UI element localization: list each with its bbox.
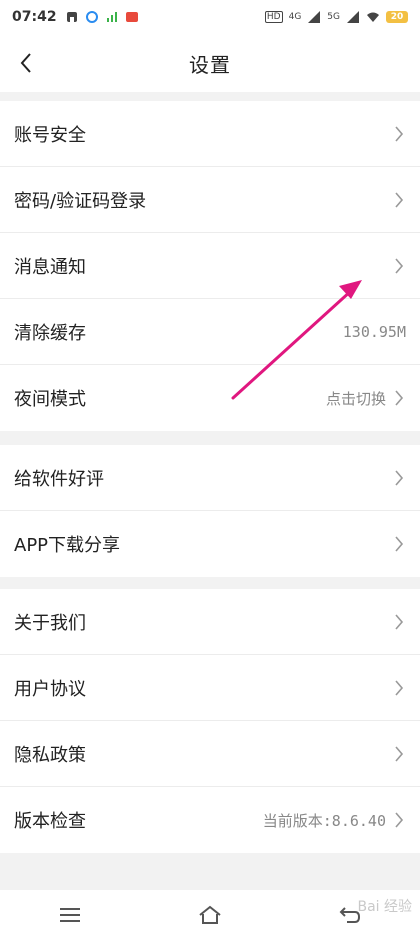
signal-icon-2 (347, 11, 359, 23)
menu-button[interactable] (50, 895, 90, 935)
back-button[interactable] (10, 47, 42, 79)
settings-item-label: 给软件好评 (14, 468, 104, 490)
settings-item-label: APP下载分享 (14, 535, 121, 556)
app-badge-icon (125, 12, 138, 22)
settings-item-clear-cache[interactable]: 清除缓存 130.95M (0, 299, 420, 365)
chevron-right-icon (392, 388, 406, 408)
settings-group-account: 账号安全 密码/验证码登录 消息通知 清除缓存 130.95M 夜间模式 点击切… (0, 101, 420, 431)
header-bar: 设置 (0, 34, 420, 92)
settings-item-label: 清除缓存 (14, 322, 86, 344)
settings-item-label: 用户协议 (14, 678, 86, 700)
settings-item-account-security[interactable]: 账号安全 (0, 101, 420, 167)
chevron-right-icon (392, 256, 406, 276)
settings-item-label: 夜间模式 (14, 389, 86, 410)
settings-group-about: 关于我们 用户协议 隐私政策 版本检查 当前版本:8.6.40 (0, 589, 420, 853)
settings-item-label: 隐私政策 (14, 744, 86, 766)
chevron-right-icon (392, 190, 406, 210)
settings-item-label: 账号安全 (14, 124, 86, 146)
chevron-right-icon (392, 124, 406, 144)
menu-icon (60, 908, 80, 922)
settings-item-notifications[interactable]: 消息通知 (0, 233, 420, 299)
settings-item-label: 消息通知 (14, 256, 86, 278)
chart-notification-icon (106, 12, 117, 22)
chevron-left-icon (20, 53, 31, 73)
settings-item-rate-app[interactable]: 给软件好评 (0, 445, 420, 511)
version-value: 当前版本:8.6.40 (262, 811, 386, 830)
settings-item-about-us[interactable]: 关于我们 (0, 589, 420, 655)
chevron-right-icon (392, 744, 406, 764)
status-system-icons: HD 4G 5G 20 (264, 10, 408, 24)
status-bar: 07:42 HD 4G 5G 20 (0, 0, 420, 34)
chevron-right-icon (392, 468, 406, 488)
home-icon (199, 905, 221, 924)
status-notification-icons (65, 10, 139, 24)
settings-group-share: 给软件好评 APP下载分享 (0, 445, 420, 577)
settings-item-label: 关于我们 (14, 612, 86, 634)
network-5g-indicator: 5G (327, 12, 340, 22)
app-notification-icon (66, 12, 77, 22)
settings-item-user-agreement[interactable]: 用户协议 (0, 655, 420, 721)
settings-item-label: 密码/验证码登录 (14, 190, 147, 212)
status-time: 07:42 (12, 9, 57, 25)
home-button[interactable] (190, 895, 230, 935)
hd-indicator: HD (264, 11, 283, 23)
network-4g-indicator: 4G (288, 12, 302, 22)
settings-item-share-app[interactable]: APP下载分享 (0, 511, 420, 577)
chevron-right-icon (392, 810, 406, 830)
settings-item-password-login[interactable]: 密码/验证码登录 (0, 167, 420, 233)
settings-item-privacy-policy[interactable]: 隐私政策 (0, 721, 420, 787)
wifi-icon (367, 12, 379, 22)
settings-item-version-check[interactable]: 版本检查 当前版本:8.6.40 (0, 787, 420, 853)
battery-icon: 20 (386, 11, 408, 23)
chevron-right-icon (392, 612, 406, 632)
settings-item-label: 版本检查 (14, 811, 86, 832)
signal-icon (308, 11, 321, 23)
night-mode-value: 点击切换 (325, 389, 386, 408)
page-title: 设置 (189, 52, 231, 77)
chevron-right-icon (392, 534, 406, 554)
browser-notification-icon (85, 11, 98, 23)
watermark-logo: Bai 经验 (357, 899, 412, 915)
settings-item-night-mode[interactable]: 夜间模式 点击切换 (0, 365, 420, 431)
cache-size-value: 130.95M (342, 322, 406, 341)
chevron-right-icon (392, 678, 406, 698)
